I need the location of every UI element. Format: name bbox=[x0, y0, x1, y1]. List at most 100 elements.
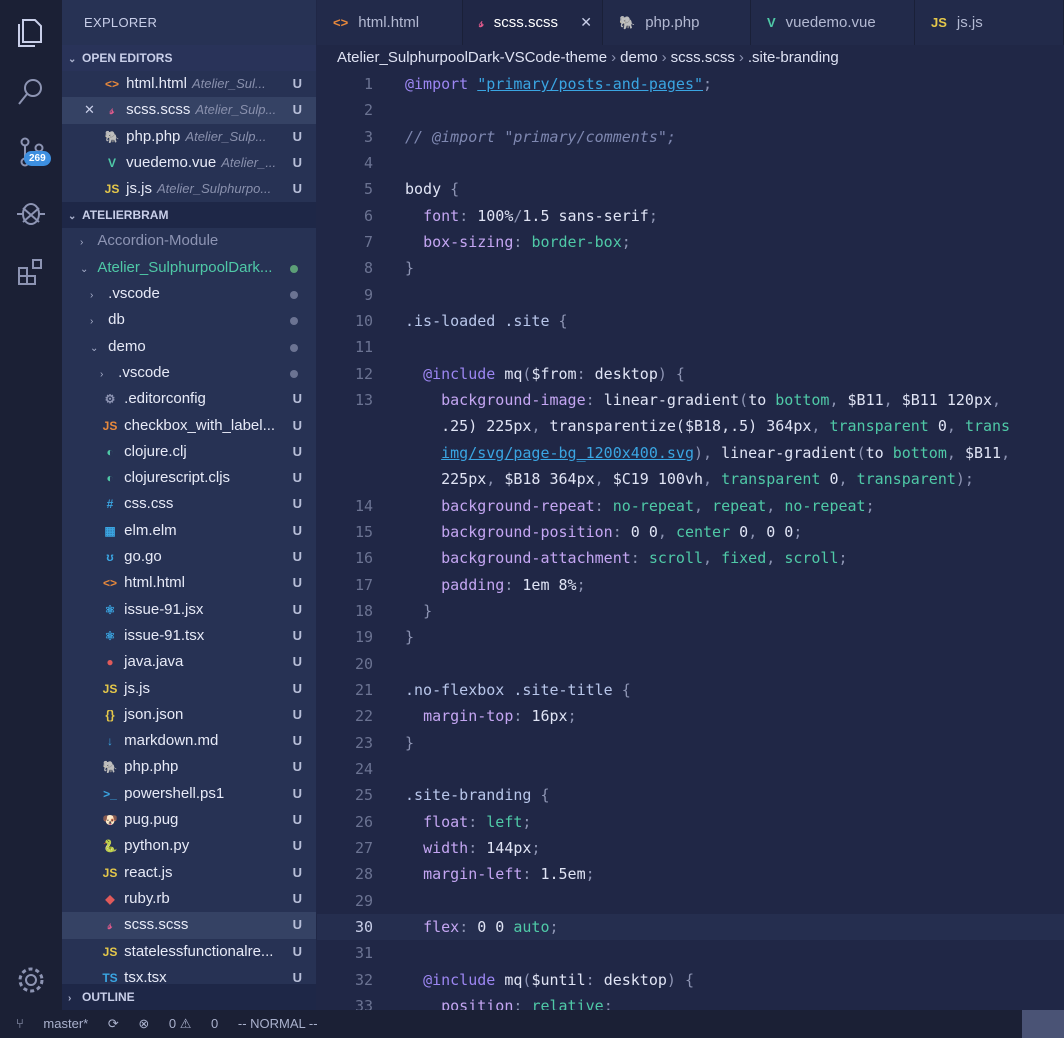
code-line[interactable]: 14 background-repeat: no-repeat, repeat,… bbox=[317, 493, 1064, 519]
code-line[interactable]: 16 background-attachment: scroll, fixed,… bbox=[317, 545, 1064, 571]
line-number: 11 bbox=[354, 338, 373, 357]
code-line[interactable]: 32 @include mq($until: desktop) { bbox=[317, 967, 1064, 993]
line-code: font: 100%/1.5 sans-serif; bbox=[423, 206, 658, 225]
sync-icon[interactable]: ⟳ bbox=[108, 1016, 119, 1031]
open-editor-item[interactable]: 🐘 php.php Atelier_Sulp... U bbox=[62, 124, 316, 150]
tree-item[interactable]: › Accordion-Module bbox=[62, 228, 316, 254]
branch-indicator[interactable]: ⑂ master* bbox=[16, 1016, 88, 1031]
open-editor-item[interactable]: <> html.html Atelier_Sul... U bbox=[62, 71, 316, 97]
tree-item[interactable]: ⌄ Atelier_SulphurpoolDark... bbox=[62, 255, 316, 281]
code-editor[interactable]: 1 @import "primary/posts-and-pages"; 2 3// … bbox=[317, 71, 1064, 1010]
line-code: .site-branding { bbox=[405, 786, 550, 805]
tree-item[interactable]: JS checkbox_with_label... U bbox=[62, 413, 316, 439]
tab-php-php[interactable]: 🐘 php.php bbox=[603, 0, 751, 45]
tree-item[interactable]: › .vscode bbox=[62, 360, 316, 386]
breadcrumb-item[interactable]: scss.scss bbox=[671, 49, 735, 66]
code-line[interactable]: 4 bbox=[317, 150, 1064, 176]
tree-item[interactable]: › db bbox=[62, 307, 316, 333]
tree-item[interactable]: ⚛ issue-91.jsx U bbox=[62, 597, 316, 623]
tab-scss-scss[interactable]: 𝓈 scss.scss ✕ bbox=[463, 0, 603, 45]
tree-item[interactable]: ⚙ .editorconfig U bbox=[62, 386, 316, 412]
code-line[interactable]: .25) 225px, transparentize($B18,.5) 364p… bbox=[317, 413, 1064, 439]
code-line[interactable]: img/svg/page-bg_1200x400.svg), linear-gr… bbox=[317, 440, 1064, 466]
code-line[interactable]: 33 position: relative; bbox=[317, 993, 1064, 1010]
code-line[interactable]: 11 bbox=[317, 334, 1064, 360]
open-editor-item[interactable]: ✕ 𝓈 scss.scss Atelier_Sulp... U bbox=[62, 97, 316, 124]
tree-item[interactable]: ↓ markdown.md U bbox=[62, 728, 316, 754]
problems-indicator[interactable]: ⊗ 0 ⚠ 0 bbox=[138, 1016, 218, 1031]
workspace-header[interactable]: ⌄ ATELIERBRAM bbox=[62, 202, 316, 229]
code-line[interactable]: 20 bbox=[317, 651, 1064, 677]
tree-item[interactable]: ⚛ issue-91.tsx U bbox=[62, 623, 316, 649]
code-line[interactable]: 13 background-image: linear-gradient(to … bbox=[317, 387, 1064, 413]
code-line[interactable]: 31 bbox=[317, 940, 1064, 966]
tree-item[interactable]: ◐ clojurescript.cljs U bbox=[62, 465, 316, 491]
tree-item[interactable]: ◐ clojure.clj U bbox=[62, 439, 316, 465]
tree-item[interactable]: 🐍 python.py U bbox=[62, 833, 316, 859]
code-line[interactable]: 8} bbox=[317, 255, 1064, 281]
code-line[interactable]: 5 body { bbox=[317, 176, 1064, 202]
tree-item[interactable]: {} json.json U bbox=[62, 702, 316, 728]
code-line[interactable]: 30 flex: 0 0 auto; bbox=[317, 914, 1064, 941]
git-status: U bbox=[292, 470, 302, 486]
tree-item[interactable]: 🐶 pug.pug U bbox=[62, 807, 316, 833]
tree-item[interactable]: 🐘 php.php U bbox=[62, 754, 316, 780]
tree-item[interactable]: <> html.html U bbox=[62, 570, 316, 596]
code-line[interactable]: 3 // @import "primary/comments"; bbox=[317, 124, 1064, 150]
tree-item[interactable]: › .vscode bbox=[62, 281, 316, 307]
code-line[interactable]: 29 bbox=[317, 888, 1064, 914]
tree-item[interactable]: ⌄ demo bbox=[62, 334, 316, 360]
debug-icon[interactable] bbox=[13, 194, 49, 230]
tree-item[interactable]: ▦ elm.elm U bbox=[62, 518, 316, 544]
git-status: U bbox=[292, 733, 302, 749]
line-number: 8 bbox=[363, 259, 373, 278]
code-line[interactable]: 21 .no-flexbox .site-title { bbox=[317, 677, 1064, 703]
explorer-icon[interactable] bbox=[13, 14, 49, 50]
tree-item[interactable]: JS react.js U bbox=[62, 860, 316, 886]
tree-item[interactable]: ● java.java U bbox=[62, 649, 316, 675]
code-line[interactable]: 24 bbox=[317, 756, 1064, 782]
breadcrumb-item[interactable]: .site-branding bbox=[748, 49, 839, 66]
code-line[interactable]: 23} bbox=[317, 730, 1064, 756]
tree-item[interactable]: ʊ go.go U bbox=[62, 544, 316, 570]
close-icon[interactable]: ✕ bbox=[84, 97, 95, 123]
code-line[interactable]: 26 float: left; bbox=[317, 809, 1064, 835]
code-line[interactable]: 2 bbox=[317, 97, 1064, 123]
tree-item[interactable]: JS js.js U bbox=[62, 676, 316, 702]
outline-header[interactable]: › OUTLINE bbox=[62, 984, 316, 1010]
code-line[interactable]: 22 margin-top: 16px; bbox=[317, 703, 1064, 729]
git-status: U bbox=[292, 575, 302, 591]
code-line[interactable]: 27 width: 144px; bbox=[317, 835, 1064, 861]
breadcrumb-item[interactable]: Atelier_SulphurpoolDark-VSCode-theme bbox=[337, 49, 607, 66]
code-line[interactable]: 17 padding: 1em 8%; bbox=[317, 572, 1064, 598]
code-line[interactable]: 10 .is-loaded .site { bbox=[317, 308, 1064, 334]
open-editors-header[interactable]: ⌄ OPEN EDITORS bbox=[62, 45, 316, 71]
tab-vuedemo-vue[interactable]: Vvuedemo.vue bbox=[751, 0, 915, 45]
tree-item[interactable]: # css.css U bbox=[62, 491, 316, 517]
search-icon[interactable] bbox=[13, 74, 49, 110]
code-line[interactable]: 28 margin-left: 1.5em; bbox=[317, 861, 1064, 887]
tree-item[interactable]: 𝓈 scss.scss U bbox=[62, 912, 316, 939]
open-editor-item[interactable]: V vuedemo.vue Atelier_... U bbox=[62, 150, 316, 176]
code-line[interactable]: 25 .site-branding { bbox=[317, 782, 1064, 808]
file-desc: Atelier_... bbox=[221, 154, 277, 170]
code-line[interactable]: 12 @include mq($from: desktop) { bbox=[317, 361, 1064, 387]
open-editor-item[interactable]: JS js.js Atelier_Sulphurpo... U bbox=[62, 176, 316, 202]
close-icon[interactable]: ✕ bbox=[580, 0, 592, 45]
code-line[interactable]: 225px, $B18 364px, $C19 100vh, transpare… bbox=[317, 466, 1064, 492]
tree-item[interactable]: >_ powershell.ps1 U bbox=[62, 781, 316, 807]
tree-item[interactable]: JS statelessfunctionalre... U bbox=[62, 939, 316, 965]
code-line[interactable]: 6 font: 100%/1.5 sans-serif; bbox=[317, 203, 1064, 229]
code-line[interactable]: 7 box-sizing: border-box; bbox=[317, 229, 1064, 255]
tab-html-html[interactable]: <> html.html bbox=[317, 0, 463, 45]
code-line[interactable]: 19} bbox=[317, 624, 1064, 650]
tree-item[interactable]: ◆ ruby.rb U bbox=[62, 886, 316, 912]
extensions-icon[interactable] bbox=[13, 254, 49, 290]
breadcrumb-item[interactable]: demo bbox=[620, 49, 658, 66]
tab-js-js[interactable]: JS js.js bbox=[915, 0, 1064, 45]
code-line[interactable]: 15 background-position: 0 0, center 0, 0… bbox=[317, 519, 1064, 545]
code-line[interactable]: 9 bbox=[317, 282, 1064, 308]
code-line[interactable]: 1 @import "primary/posts-and-pages"; bbox=[317, 71, 1064, 97]
gear-icon[interactable] bbox=[13, 962, 49, 998]
code-line[interactable]: 18 } bbox=[317, 598, 1064, 624]
